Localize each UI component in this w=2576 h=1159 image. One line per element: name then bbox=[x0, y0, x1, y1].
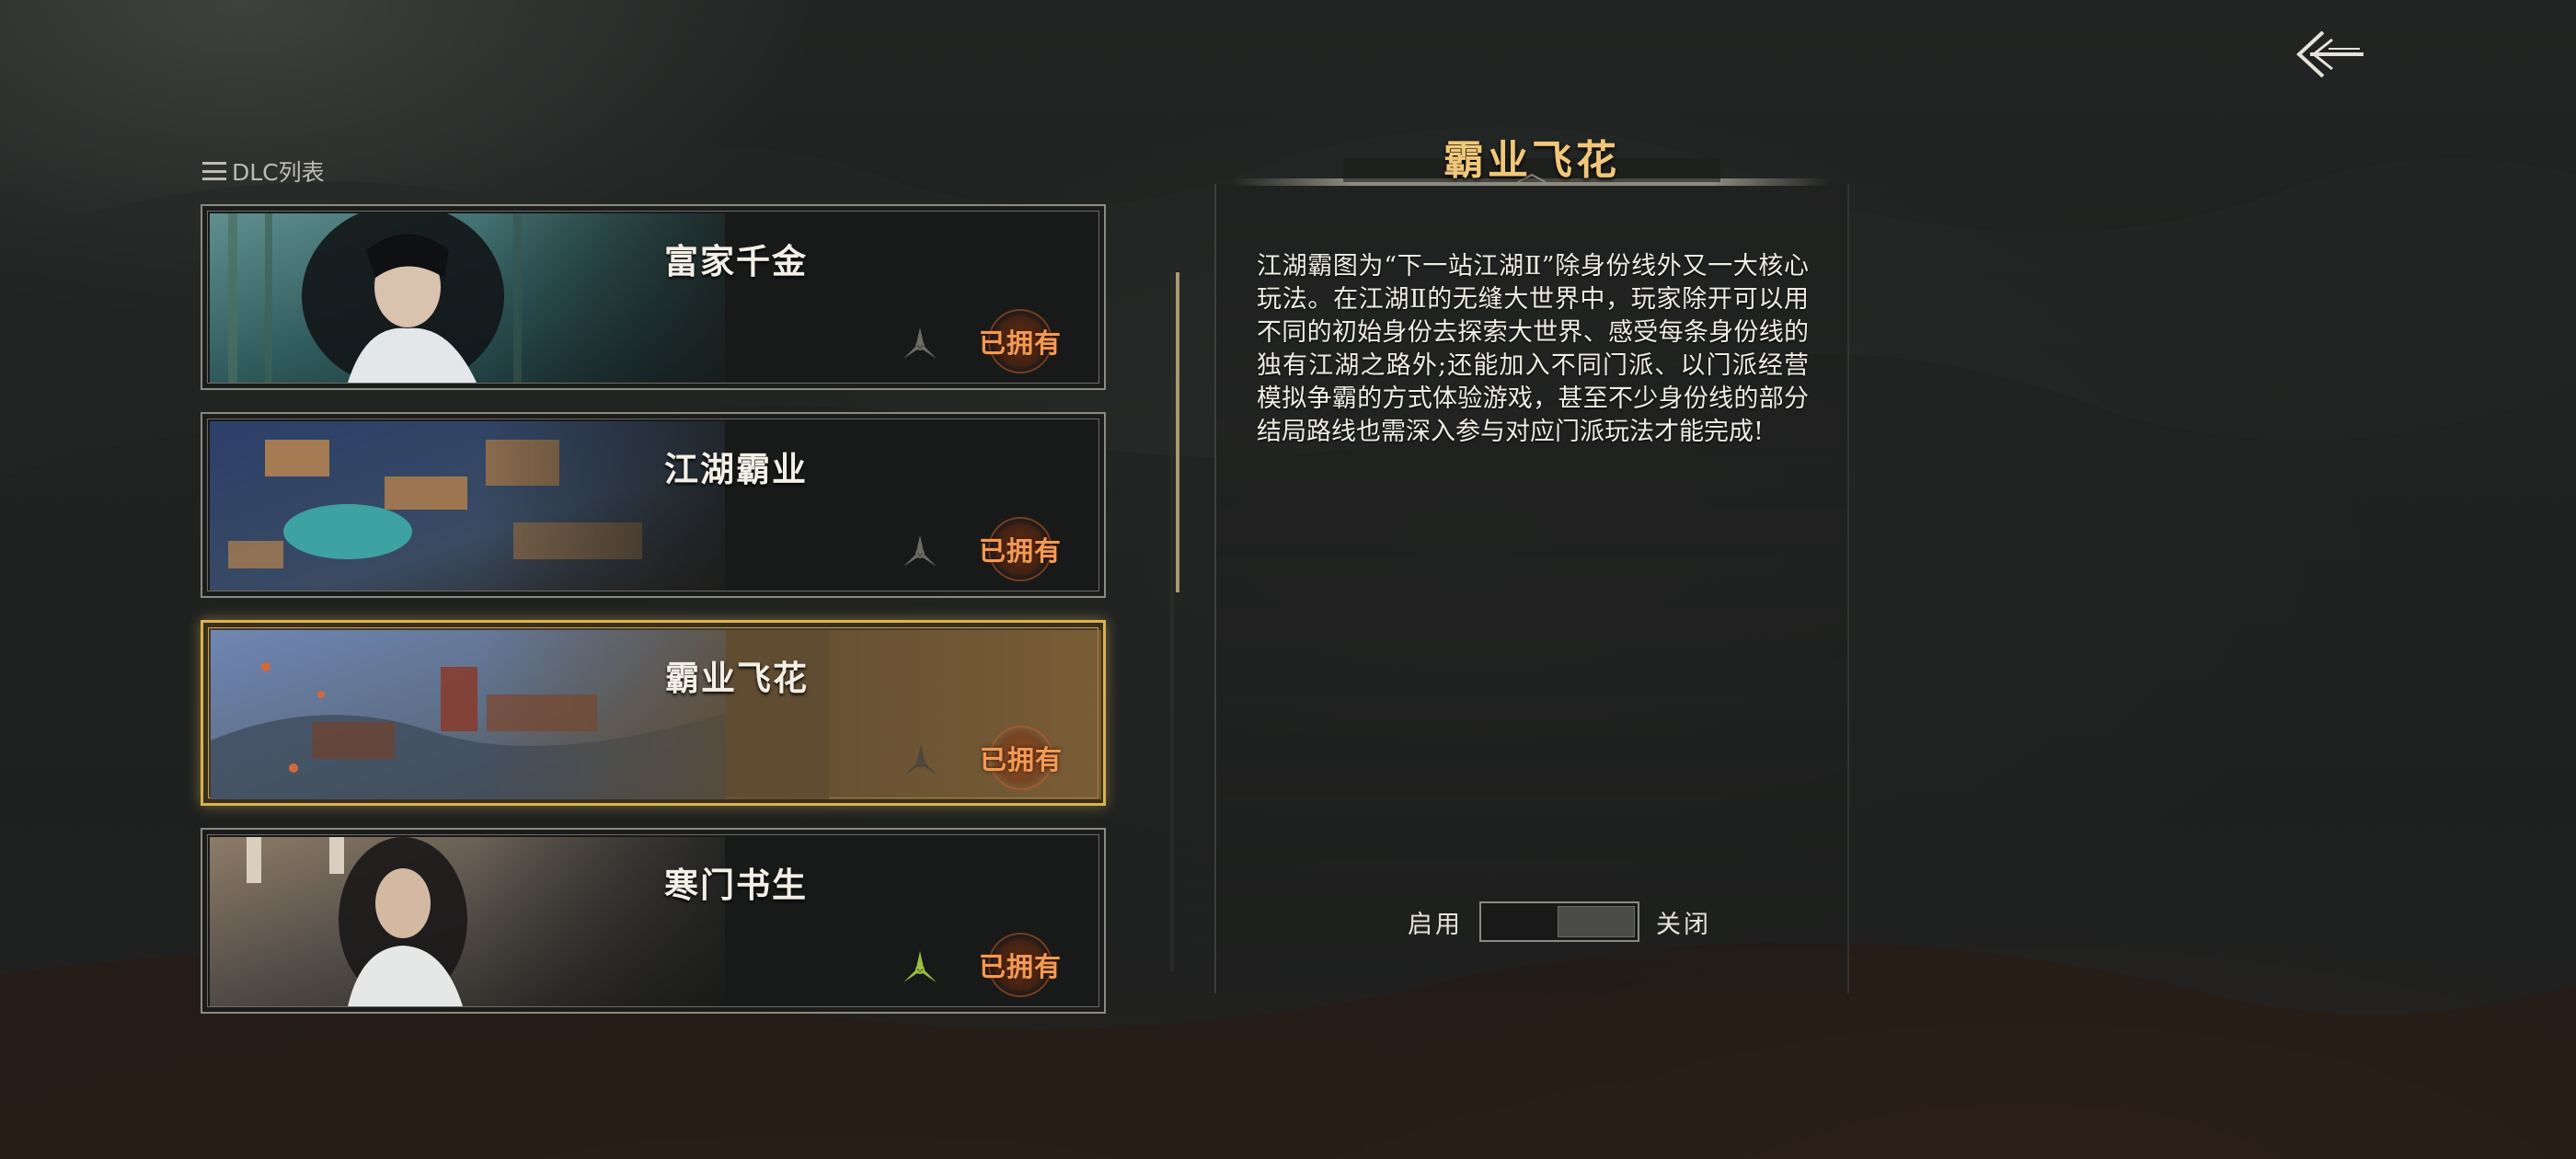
toggle-knob bbox=[1558, 906, 1635, 937]
owned-badge: 已拥有 bbox=[960, 933, 1080, 997]
back-button[interactable] bbox=[2289, 24, 2368, 85]
owned-badge: 已拥有 bbox=[960, 309, 1080, 373]
card-title: 富家千金 bbox=[664, 241, 808, 281]
triangle-emblem-icon bbox=[903, 327, 937, 359]
triangle-emblem-icon bbox=[903, 535, 937, 567]
scrollbar-thumb[interactable] bbox=[1176, 272, 1179, 592]
dlc-list-label: DLC列表 bbox=[232, 159, 325, 186]
detail-description: 江湖霸图为“下一站江湖Ⅱ”除身份线外又一大核心玩法。在江湖Ⅱ的无缝大世界中，玩家… bbox=[1257, 252, 1809, 446]
enable-toggle-row: 启用 关闭 bbox=[1408, 900, 1711, 944]
dlc-card-jianghubaye[interactable]: 江湖霸业 已拥有 bbox=[201, 412, 1106, 598]
dlc-card-bayefeihua[interactable]: 霸业飞花 已拥有 bbox=[201, 620, 1106, 806]
owned-label: 已拥有 bbox=[979, 744, 1063, 775]
toggle-off-label: 关闭 bbox=[1656, 910, 1711, 939]
detail-title: 霸业飞花 bbox=[1443, 137, 1620, 184]
toggle-on-label: 启用 bbox=[1408, 910, 1463, 939]
owned-badge: 已拥有 bbox=[960, 517, 1080, 581]
back-arrow-icon bbox=[2296, 30, 2363, 78]
menu-icon bbox=[202, 162, 226, 180]
card-title: 霸业飞花 bbox=[665, 658, 809, 698]
triangle-emblem-icon bbox=[903, 951, 937, 982]
dlc-card-hanmenshusheng[interactable]: 寒门书生 已拥有 bbox=[201, 828, 1106, 1014]
owned-badge: 已拥有 bbox=[961, 726, 1081, 790]
owned-label: 已拥有 bbox=[978, 535, 1062, 567]
triangle-emblem-icon bbox=[904, 744, 937, 775]
owned-label: 已拥有 bbox=[978, 951, 1062, 982]
owned-label: 已拥有 bbox=[978, 327, 1062, 359]
enable-toggle[interactable] bbox=[1479, 901, 1639, 942]
card-title: 寒门书生 bbox=[664, 865, 808, 905]
dlc-list-header: DLC列表 bbox=[202, 155, 325, 188]
scrollbar-track[interactable] bbox=[1170, 272, 1174, 971]
card-title: 江湖霸业 bbox=[664, 449, 808, 489]
dlc-card-fujiaqianjin[interactable]: 富家千金 已拥有 bbox=[201, 204, 1106, 390]
